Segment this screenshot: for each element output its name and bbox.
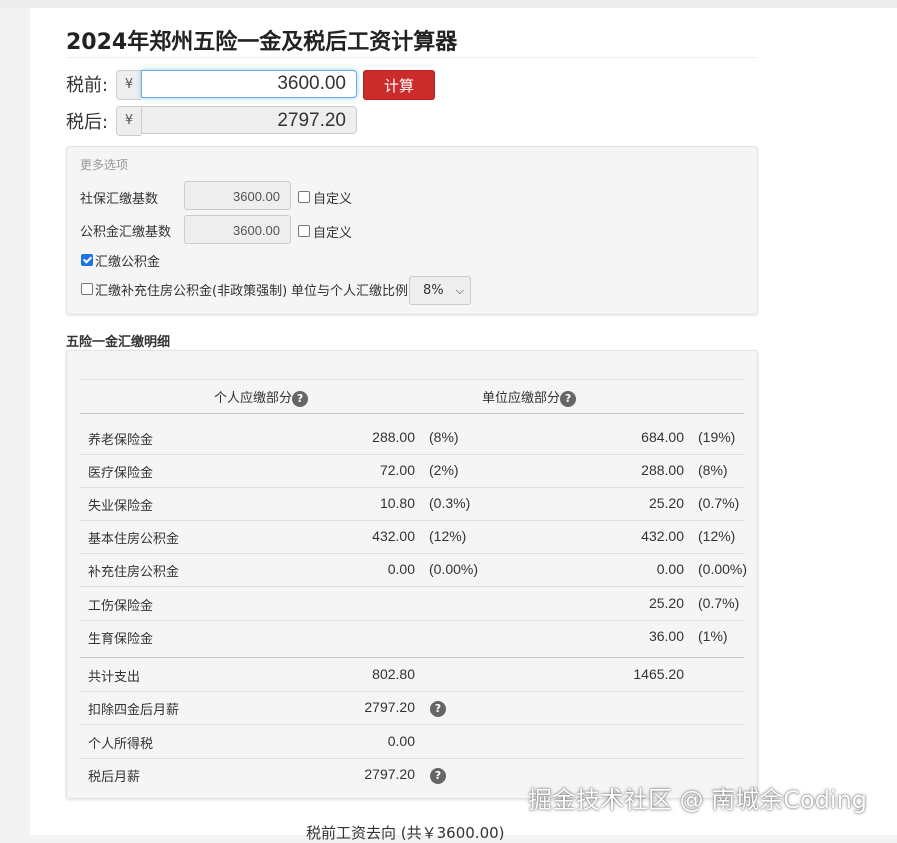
calculator-panel: 2024年郑州五险一金及税后工资计算器 税前: ¥ 计算 税后: ¥ 2797.… [30, 8, 897, 842]
row-company: 36.00 [648, 628, 684, 644]
top-strip [0, 0, 897, 8]
social-base-custom-checkbox[interactable] [298, 191, 310, 203]
ratio-select[interactable]: 8% ⌵ [409, 276, 471, 305]
row-name: 医疗保险金 [88, 466, 154, 481]
fund-base-label: 公积金汇缴基数 [80, 225, 172, 240]
row-rule [80, 620, 744, 621]
row-rule [80, 454, 744, 455]
help-icon[interactable]: ? [430, 768, 446, 784]
net-salary-label: 税后月薪 [88, 770, 141, 785]
row-personal-rate: (0.3%) [429, 495, 471, 511]
row-company-rate: (19%) [698, 429, 736, 445]
details-title: 五险一金汇缴明细 [66, 335, 171, 350]
post-tax-label: 税后: [66, 112, 109, 133]
row-company: 25.20 [648, 495, 684, 511]
row-personal-rate: (0.00%) [429, 561, 479, 577]
row-company: 0.00 [656, 561, 684, 577]
net-salary-value: 2797.20 [364, 766, 415, 782]
row-company-rate: (8%) [698, 462, 728, 478]
total-rule [80, 657, 744, 658]
pre-tax-label: 税前: [66, 75, 109, 96]
pay-fund-label: 汇缴公积金 [95, 255, 161, 270]
help-icon[interactable]: ? [560, 390, 577, 407]
row-company-rate: (1%) [698, 628, 728, 644]
pay-supplement-checkbox[interactable] [81, 283, 93, 295]
row-rule [80, 487, 744, 488]
row-company-rate: (0.7%) [698, 595, 740, 611]
after-deduct-label: 扣除四金后月薪 [88, 703, 180, 718]
row-rule [80, 724, 744, 725]
row-personal: 288.00 [372, 429, 415, 445]
after-deduct-value: 2797.20 [364, 699, 415, 715]
row-personal-rate: (12%) [429, 528, 467, 544]
pay-fund-checkbox[interactable] [81, 254, 93, 266]
row-personal: 72.00 [379, 462, 415, 478]
row-name: 养老保险金 [88, 433, 154, 448]
fund-base-custom-checkbox[interactable] [298, 225, 310, 237]
header-personal: 个人应缴部分? [214, 387, 309, 407]
row-personal-rate: (2%) [429, 462, 459, 478]
title-divider [66, 57, 756, 58]
row-personal: 0.00 [387, 561, 415, 577]
pre-tax-currency-addon: ¥ [116, 70, 141, 100]
salary-flow-title: 税前工资去向 (共￥3600.00) [306, 824, 505, 842]
social-base-label: 社保汇缴基数 [80, 192, 159, 207]
income-tax-label: 个人所得税 [88, 737, 154, 752]
total-personal: 802.80 [372, 666, 415, 682]
row-company: 288.00 [641, 462, 684, 478]
post-tax-output: 2797.20 [141, 106, 357, 134]
table-top-rule [80, 379, 744, 380]
row-company-rate: (12%) [698, 528, 736, 544]
row-rule [80, 691, 744, 692]
header-personal-label: 个人应缴部分 [214, 391, 293, 406]
help-icon[interactable]: ? [430, 701, 446, 717]
row-name: 工伤保险金 [88, 599, 154, 614]
watermark: 掘金技术社区 @ 南城余Coding [528, 786, 868, 814]
row-personal-rate: (8%) [429, 429, 459, 445]
row-company: 25.20 [648, 595, 684, 611]
row-rule [80, 520, 744, 521]
row-company-rate: (0.7%) [698, 495, 740, 511]
pay-supplement-label: 汇缴补充住房公积金(非政策强制) [95, 284, 288, 299]
row-personal: 432.00 [372, 528, 415, 544]
row-personal: 10.80 [379, 495, 415, 511]
total-label: 共计支出 [88, 670, 141, 685]
row-name: 失业保险金 [88, 499, 154, 514]
income-tax-value: 0.00 [387, 733, 415, 749]
more-options-legend: 更多选项 [80, 158, 129, 172]
ratio-select-value: 8% [423, 283, 444, 298]
row-rule [80, 758, 744, 759]
post-tax-currency-addon: ¥ [116, 106, 141, 136]
page-title: 2024年郑州五险一金及税后工资计算器 [66, 30, 458, 55]
row-name: 补充住房公积金 [88, 565, 180, 580]
header-company: 单位应缴部分? [482, 387, 577, 407]
fund-base-custom-label: 自定义 [313, 226, 353, 241]
total-company: 1465.20 [633, 666, 684, 682]
ratio-label: 单位与个人汇缴比例 [291, 284, 409, 299]
row-company: 684.00 [641, 429, 684, 445]
social-base-input[interactable]: 3600.00 [184, 181, 291, 210]
calculate-button[interactable]: 计算 [363, 70, 435, 100]
row-rule [80, 553, 744, 554]
chevron-down-icon: ⌵ [455, 284, 464, 297]
social-base-custom-label: 自定义 [313, 192, 353, 207]
pre-tax-input[interactable] [141, 70, 357, 98]
header-rule [80, 413, 744, 414]
header-company-label: 单位应缴部分 [482, 391, 561, 406]
row-name: 基本住房公积金 [88, 532, 180, 547]
more-options-panel: 更多选项 社保汇缴基数 3600.00 自定义 公积金汇缴基数 3600.00 … [66, 146, 758, 315]
row-rule [80, 586, 744, 587]
help-icon[interactable]: ? [292, 390, 309, 407]
details-panel: 个人应缴部分? 单位应缴部分? 养老保险金 288.00 (8%) 684.00… [66, 350, 758, 799]
row-company-rate: (0.00%) [698, 561, 748, 577]
row-name: 生育保险金 [88, 632, 154, 647]
row-company: 432.00 [641, 528, 684, 544]
fund-base-input[interactable]: 3600.00 [184, 215, 291, 244]
